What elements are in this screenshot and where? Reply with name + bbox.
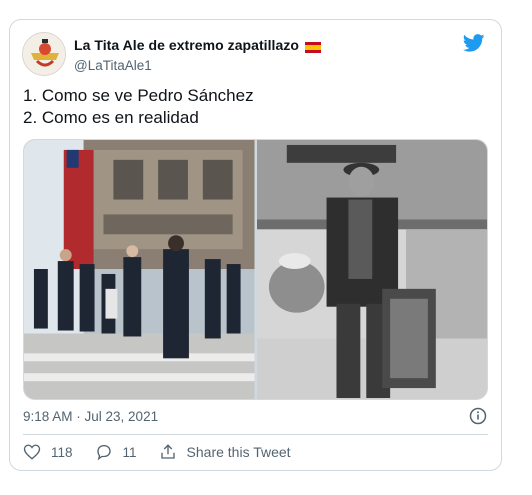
divider — [23, 434, 488, 435]
photo-right[interactable] — [256, 140, 487, 399]
tweet-card[interactable]: La Tita Ale de extremo zapatillazo @LaTi… — [9, 19, 502, 471]
heart-icon — [23, 444, 41, 460]
like-button[interactable]: 118 — [23, 443, 73, 461]
share-button[interactable]: Share this Tweet — [159, 443, 291, 461]
tweet-header: La Tita Ale de extremo zapatillazo @LaTi… — [22, 32, 489, 76]
tweet-timestamp[interactable]: 9:18 AM · Jul 23, 2021 — [23, 409, 158, 424]
like-count: 118 — [51, 444, 73, 460]
reply-button[interactable]: 11 — [95, 443, 137, 461]
twitter-bird-icon[interactable] — [462, 34, 485, 52]
tweet-text-line-2: 2. Como es en realidad — [23, 108, 199, 127]
spain-flag-icon — [305, 40, 321, 53]
display-name[interactable]: La Tita Ale de extremo zapatillazo — [74, 37, 299, 53]
share-label: Share this Tweet — [186, 444, 291, 460]
info-icon[interactable] — [469, 407, 487, 425]
tweet-actions: 118 11 Share this Tweet — [23, 443, 313, 461]
share-icon — [160, 444, 175, 459]
photo-left[interactable] — [24, 140, 255, 399]
reply-count: 11 — [122, 444, 137, 460]
reply-icon — [96, 444, 111, 461]
handle[interactable]: @LaTitaAle1 — [74, 58, 321, 73]
avatar[interactable] — [22, 32, 66, 76]
tweet-text: 1. Como se ve Pedro Sánchez 2. Como es e… — [23, 85, 254, 129]
tweet-text-line-1: 1. Como se ve Pedro Sánchez — [23, 86, 254, 105]
tweet-media — [23, 139, 488, 400]
